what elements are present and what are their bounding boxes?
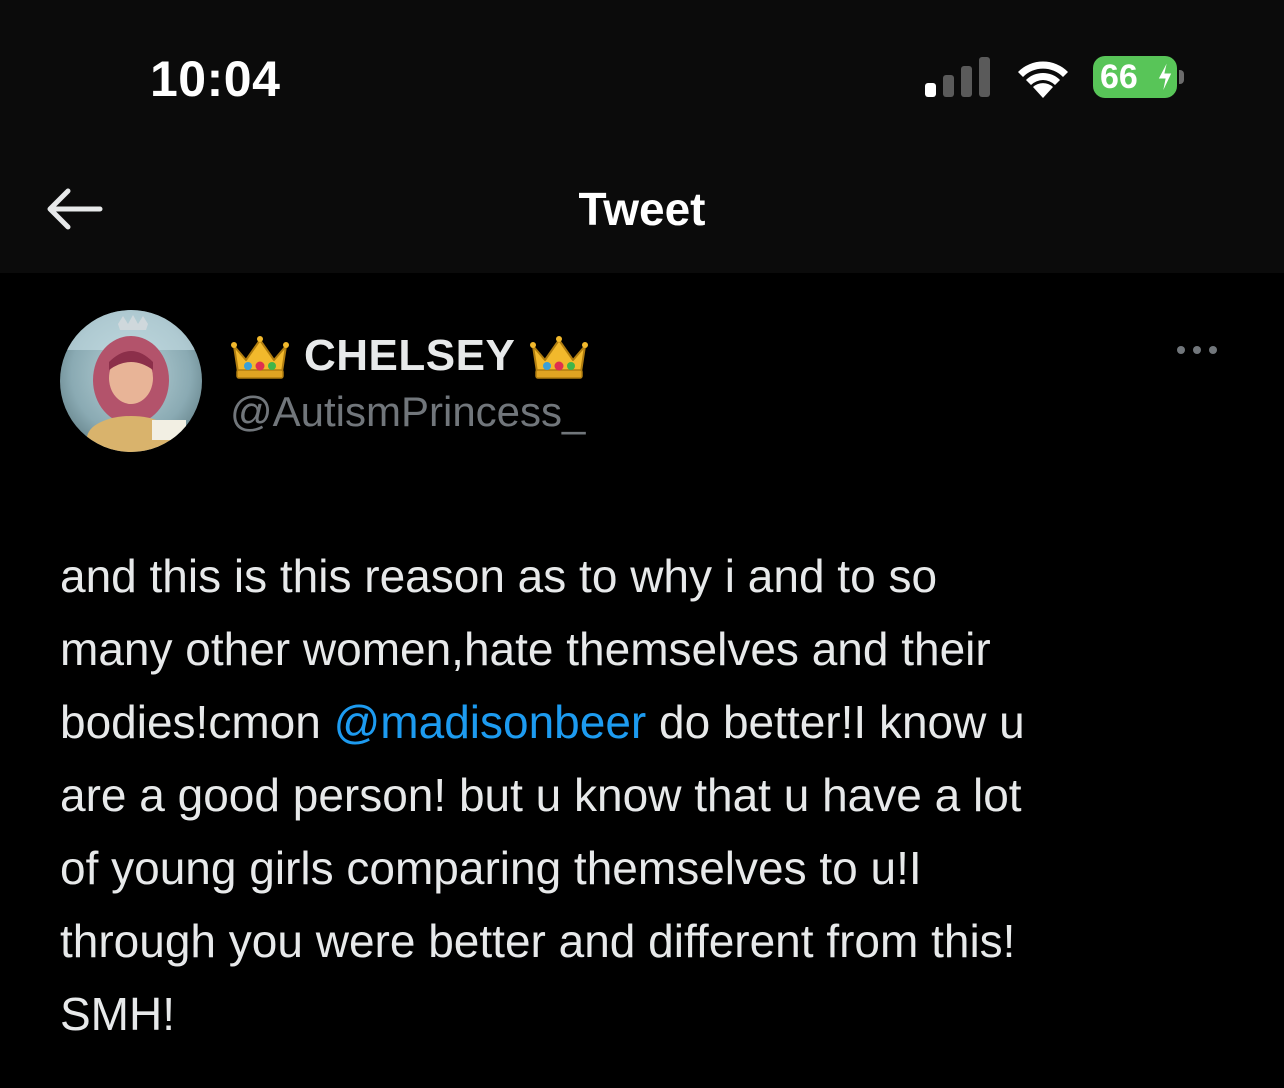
tweet-line: are a good person! but u know that u hav…	[60, 769, 1022, 821]
tweet-line: through you were better and different fr…	[60, 915, 1016, 967]
battery-indicator: 66	[1093, 56, 1184, 98]
tweet-text-segment: bodies!cmon	[60, 696, 334, 748]
tweet-line: bodies!cmon @madisonbeer do better!I kno…	[60, 686, 1240, 759]
tweet-line: of young girls comparing themselves to u…	[60, 842, 922, 894]
tweet-line: SMH!	[60, 988, 175, 1040]
cellular-signal-icon	[925, 57, 990, 97]
page-title: Tweet	[578, 183, 706, 235]
author-display-name: CHELSEY	[304, 331, 516, 380]
crown-icon	[231, 336, 289, 379]
battery-level: 66	[1100, 58, 1138, 96]
more-options-icon[interactable]	[1172, 340, 1222, 360]
crown-icon	[530, 336, 589, 379]
status-time: 10:04	[150, 51, 281, 107]
tweet-line: many other women,hate themselves and the…	[60, 623, 991, 675]
tweet-text-segment: do better!I know u	[646, 696, 1025, 748]
mention-link[interactable]: @madisonbeer	[334, 696, 647, 748]
wifi-icon	[1018, 61, 1068, 98]
author-handle[interactable]: @AutismPrincess_	[230, 388, 585, 436]
tweet-text: and this is this reason as to why i and …	[60, 540, 1240, 1051]
avatar[interactable]	[60, 310, 202, 452]
avatar-image	[60, 310, 202, 452]
charging-bolt-icon	[1157, 60, 1173, 94]
author-name-row[interactable]: CHELSEY	[230, 328, 589, 384]
tweet-line: and this is this reason as to why i and …	[60, 550, 938, 602]
battery-cap	[1179, 70, 1184, 84]
